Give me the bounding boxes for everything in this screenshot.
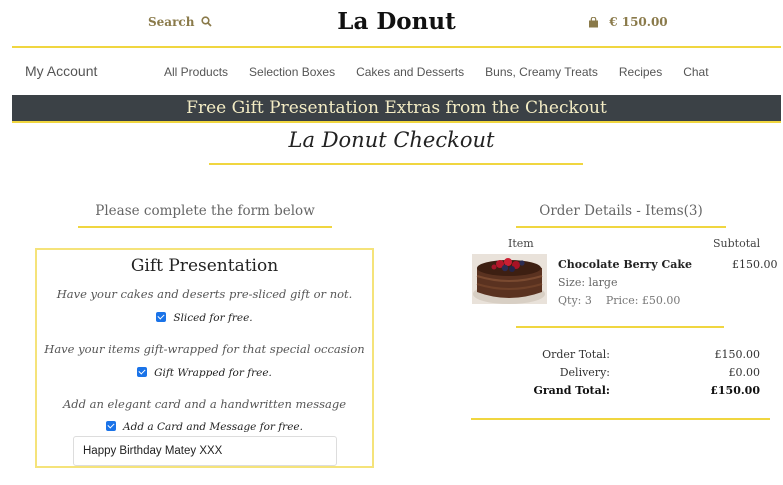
delivery-value: £0.00: [728, 366, 761, 379]
title-divider: [209, 163, 583, 165]
nav-recipes[interactable]: Recipes: [619, 65, 662, 79]
slice-checkbox[interactable]: [156, 312, 167, 322]
wrap-option[interactable]: Gift Wrapped for free.: [37, 367, 372, 379]
shopping-bag-icon: [589, 16, 598, 28]
wrap-checkbox[interactable]: [137, 367, 148, 377]
nav-cakes-desserts[interactable]: Cakes and Desserts: [356, 65, 464, 79]
product-name[interactable]: Chocolate Berry Cake: [558, 258, 692, 271]
grand-total-label: Grand Total:: [533, 384, 610, 397]
order-heading: Order Details - Items(3): [516, 203, 726, 228]
cart-link[interactable]: € 150.00: [588, 15, 668, 29]
promo-banner: Free Gift Presentation Extras from the C…: [12, 95, 781, 123]
slice-option[interactable]: Sliced for free.: [37, 312, 372, 324]
totals-divider: [471, 418, 770, 420]
card-option[interactable]: Add a Card and Message for free.: [37, 421, 372, 433]
form-heading: Please complete the form below: [78, 203, 332, 228]
cart-total: € 150.00: [609, 15, 668, 29]
wrap-description: Have your items gift-wrapped for that sp…: [44, 342, 365, 356]
nav-links: All Products Selection Boxes Cakes and Des…: [164, 65, 730, 79]
gift-presentation-panel: Gift Presentation Have your cakes and de…: [35, 248, 374, 468]
slice-description: Have your cakes and deserts pre-sliced g…: [56, 287, 353, 301]
card-description: Add an elegant card and a handwritten me…: [62, 397, 347, 411]
main-nav: My Account All Products Selection Boxes Ca…: [12, 50, 781, 94]
product-size: Size: large: [558, 276, 618, 289]
product-image[interactable]: [472, 254, 547, 304]
product-subtotal: £150.00: [732, 258, 778, 271]
item-column-header: Item: [508, 237, 534, 250]
slice-label: Sliced for free.: [173, 312, 253, 324]
product-qty: Qty: 3: [558, 294, 592, 307]
order-total-value: £150.00: [714, 348, 761, 361]
nav-all-products[interactable]: All Products: [164, 65, 228, 79]
nav-chat[interactable]: Chat: [683, 65, 708, 79]
grand-total-value: £150.00: [710, 384, 760, 397]
gift-title: Gift Presentation: [130, 256, 279, 276]
delivery-label: Delivery:: [559, 366, 610, 379]
order-divider: [516, 326, 724, 328]
wrap-label: Gift Wrapped for free.: [154, 367, 272, 379]
message-input[interactable]: Happy Birthday Matey XXX: [73, 436, 337, 466]
card-checkbox[interactable]: [106, 421, 117, 431]
subtotal-column-header: Subtotal: [713, 237, 761, 250]
top-header: Search La Donut € 150.00: [12, 0, 781, 48]
product-unit-price: Price: £50.00: [605, 294, 681, 307]
order-total-label: Order Total:: [542, 348, 610, 361]
product-qty-price: Qty: 3 Price: £50.00: [558, 294, 680, 307]
nav-buns-creamy-treats[interactable]: Buns, Creamy Treats: [485, 65, 598, 79]
card-label: Add a Card and Message for free.: [123, 421, 303, 433]
my-account-link[interactable]: My Account: [25, 63, 97, 79]
nav-selection-boxes[interactable]: Selection Boxes: [249, 65, 335, 79]
page-title: La Donut Checkout: [288, 128, 495, 152]
